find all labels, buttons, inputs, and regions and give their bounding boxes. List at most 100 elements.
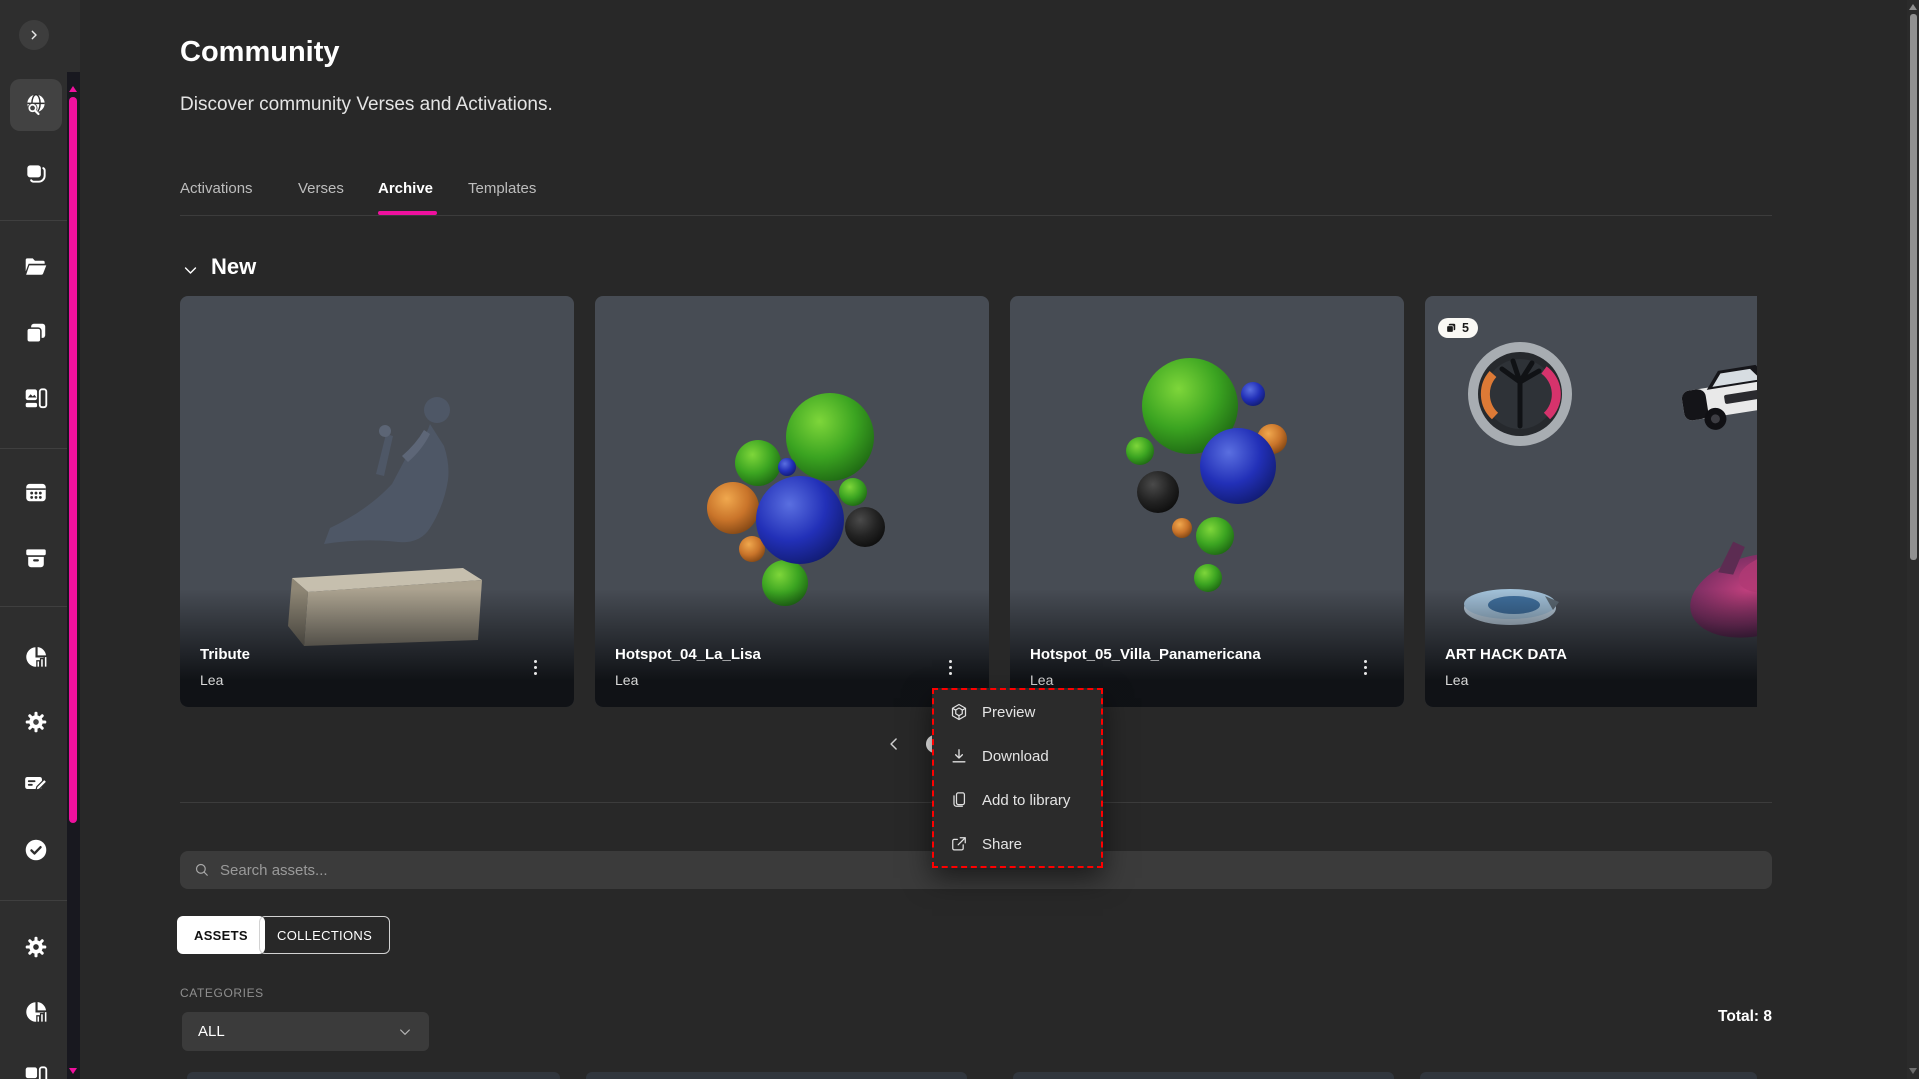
layers-icon (23, 160, 49, 186)
gear-icon (23, 709, 49, 735)
pie-chart-icon (23, 999, 49, 1025)
card-author: Lea (1445, 672, 1468, 688)
sidebar-item-storyboards-secondary[interactable] (10, 1050, 62, 1079)
card-menu-button[interactable] (939, 655, 961, 679)
asset-card[interactable]: Hotspot_04_La_Lisa Lea (595, 296, 989, 707)
sidebar-divider (0, 900, 67, 901)
scroll-up-arrow[interactable] (69, 86, 77, 92)
search-icon (193, 861, 211, 879)
sidebar-item-files[interactable] (10, 241, 62, 293)
chevron-left-icon (884, 734, 904, 754)
card-author: Lea (200, 672, 223, 688)
sidebar-item-archive[interactable] (10, 532, 62, 584)
sidebar-divider (0, 606, 67, 607)
app-window: Community Discover community Verses and … (0, 0, 1919, 1079)
asset-grid-card-top (187, 1072, 560, 1079)
scroll-down-arrow[interactable] (1909, 1068, 1917, 1074)
section-title: New (211, 254, 256, 280)
menu-item-add-to-library[interactable]: Add to library (934, 778, 1101, 822)
sidebar-item-calendar[interactable] (10, 466, 62, 518)
folder-open-icon (23, 254, 49, 280)
collection-count-badge: 5 (1438, 318, 1478, 338)
globe-search-icon (23, 92, 49, 118)
card-menu-button[interactable] (1354, 655, 1376, 679)
tabs-divider (180, 215, 1772, 216)
share-icon (949, 834, 969, 854)
card-edit-icon (23, 770, 49, 796)
page-subtitle: Discover community Verses and Activation… (180, 94, 553, 116)
sidebar-divider (0, 448, 67, 449)
total-count: Total: 8 (1572, 1008, 1772, 1026)
tab-archive[interactable]: Archive (378, 180, 433, 197)
sidebar-scrollbar[interactable] (67, 72, 80, 1079)
sidebar-item-analytics[interactable] (10, 631, 62, 683)
card-title: Hotspot_04_La_Lisa (615, 646, 761, 663)
sidebar-expand-button[interactable] (19, 20, 49, 50)
asset-grid-card-top (1420, 1072, 1757, 1079)
sidebar-item-approvals[interactable] (10, 824, 62, 876)
menu-item-label: Download (982, 748, 1049, 765)
menu-item-label: Preview (982, 704, 1035, 721)
window-scrollbar[interactable] (1907, 0, 1919, 1079)
copy-icon (23, 320, 49, 346)
carousel-prev-button[interactable] (883, 733, 905, 755)
asset-card[interactable]: 5 ART HACK DATA Lea (1425, 296, 1757, 707)
sidebar-divider (0, 220, 67, 221)
sidebar-item-analytics-secondary[interactable] (10, 986, 62, 1038)
calendar-icon (23, 479, 49, 505)
storyboard-icon (23, 385, 49, 411)
archive-box-icon (23, 545, 49, 571)
asset-context-menu: Preview Download Add to library Share (932, 688, 1103, 868)
categories-dropdown[interactable]: ALL (182, 1012, 429, 1051)
cube-3d-icon (949, 702, 969, 722)
add-to-library-icon (949, 790, 969, 810)
asset-grid-card-top (586, 1072, 967, 1079)
chevron-down-icon (397, 1024, 413, 1040)
copy-icon (1445, 322, 1457, 334)
collection-count: 5 (1462, 321, 1469, 335)
sidebar (0, 0, 80, 1079)
download-icon (949, 746, 969, 766)
sidebar-item-settings[interactable] (10, 696, 62, 748)
scroll-up-arrow[interactable] (1909, 4, 1917, 10)
chevron-down-icon (182, 262, 199, 279)
page-title: Community (180, 36, 340, 69)
collections-filter-button[interactable]: COLLECTIONS (259, 916, 390, 954)
tab-verses[interactable]: Verses (298, 180, 344, 197)
scroll-down-arrow[interactable] (69, 1068, 77, 1074)
assets-filter-button[interactable]: ASSETS (177, 916, 265, 954)
tab-activations[interactable]: Activations (180, 180, 253, 197)
check-circle-icon (23, 837, 49, 863)
sidebar-item-billing[interactable] (10, 757, 62, 809)
menu-item-label: Add to library (982, 792, 1070, 809)
card-menu-button[interactable] (524, 655, 546, 679)
asset-card[interactable]: Hotspot_05_Villa_Panamericana Lea (1010, 296, 1404, 707)
sidebar-item-settings-secondary[interactable] (10, 921, 62, 973)
storyboard-icon (23, 1063, 49, 1079)
window-scrollbar-thumb[interactable] (1910, 14, 1917, 560)
sidebar-item-storyboards[interactable] (10, 372, 62, 424)
sidebar-item-verses[interactable] (10, 147, 62, 199)
menu-item-share[interactable]: Share (934, 822, 1101, 866)
menu-item-preview[interactable]: Preview (934, 690, 1101, 734)
card-title: Hotspot_05_Villa_Panamericana (1030, 646, 1261, 663)
categories-label: CATEGORIES (180, 986, 264, 1000)
sidebar-item-community[interactable] (10, 79, 62, 131)
gear-icon (23, 934, 49, 960)
categories-selected-value: ALL (198, 1023, 225, 1040)
card-author: Lea (615, 672, 638, 688)
card-title: ART HACK DATA (1445, 646, 1567, 663)
asset-grid-card-top (1013, 1072, 1394, 1079)
sidebar-scrollbar-thumb[interactable] (69, 97, 77, 823)
section-collapse-toggle[interactable] (182, 262, 199, 284)
chevron-right-icon (26, 27, 42, 43)
sidebar-item-collections[interactable] (10, 307, 62, 359)
tab-templates[interactable]: Templates (468, 180, 536, 197)
pie-chart-icon (23, 644, 49, 670)
menu-item-download[interactable]: Download (934, 734, 1101, 778)
card-author: Lea (1030, 672, 1053, 688)
card-title: Tribute (200, 646, 250, 663)
asset-card[interactable]: Tribute Lea (180, 296, 574, 707)
new-assets-carousel: Tribute Lea (180, 296, 1757, 707)
menu-item-label: Share (982, 836, 1022, 853)
